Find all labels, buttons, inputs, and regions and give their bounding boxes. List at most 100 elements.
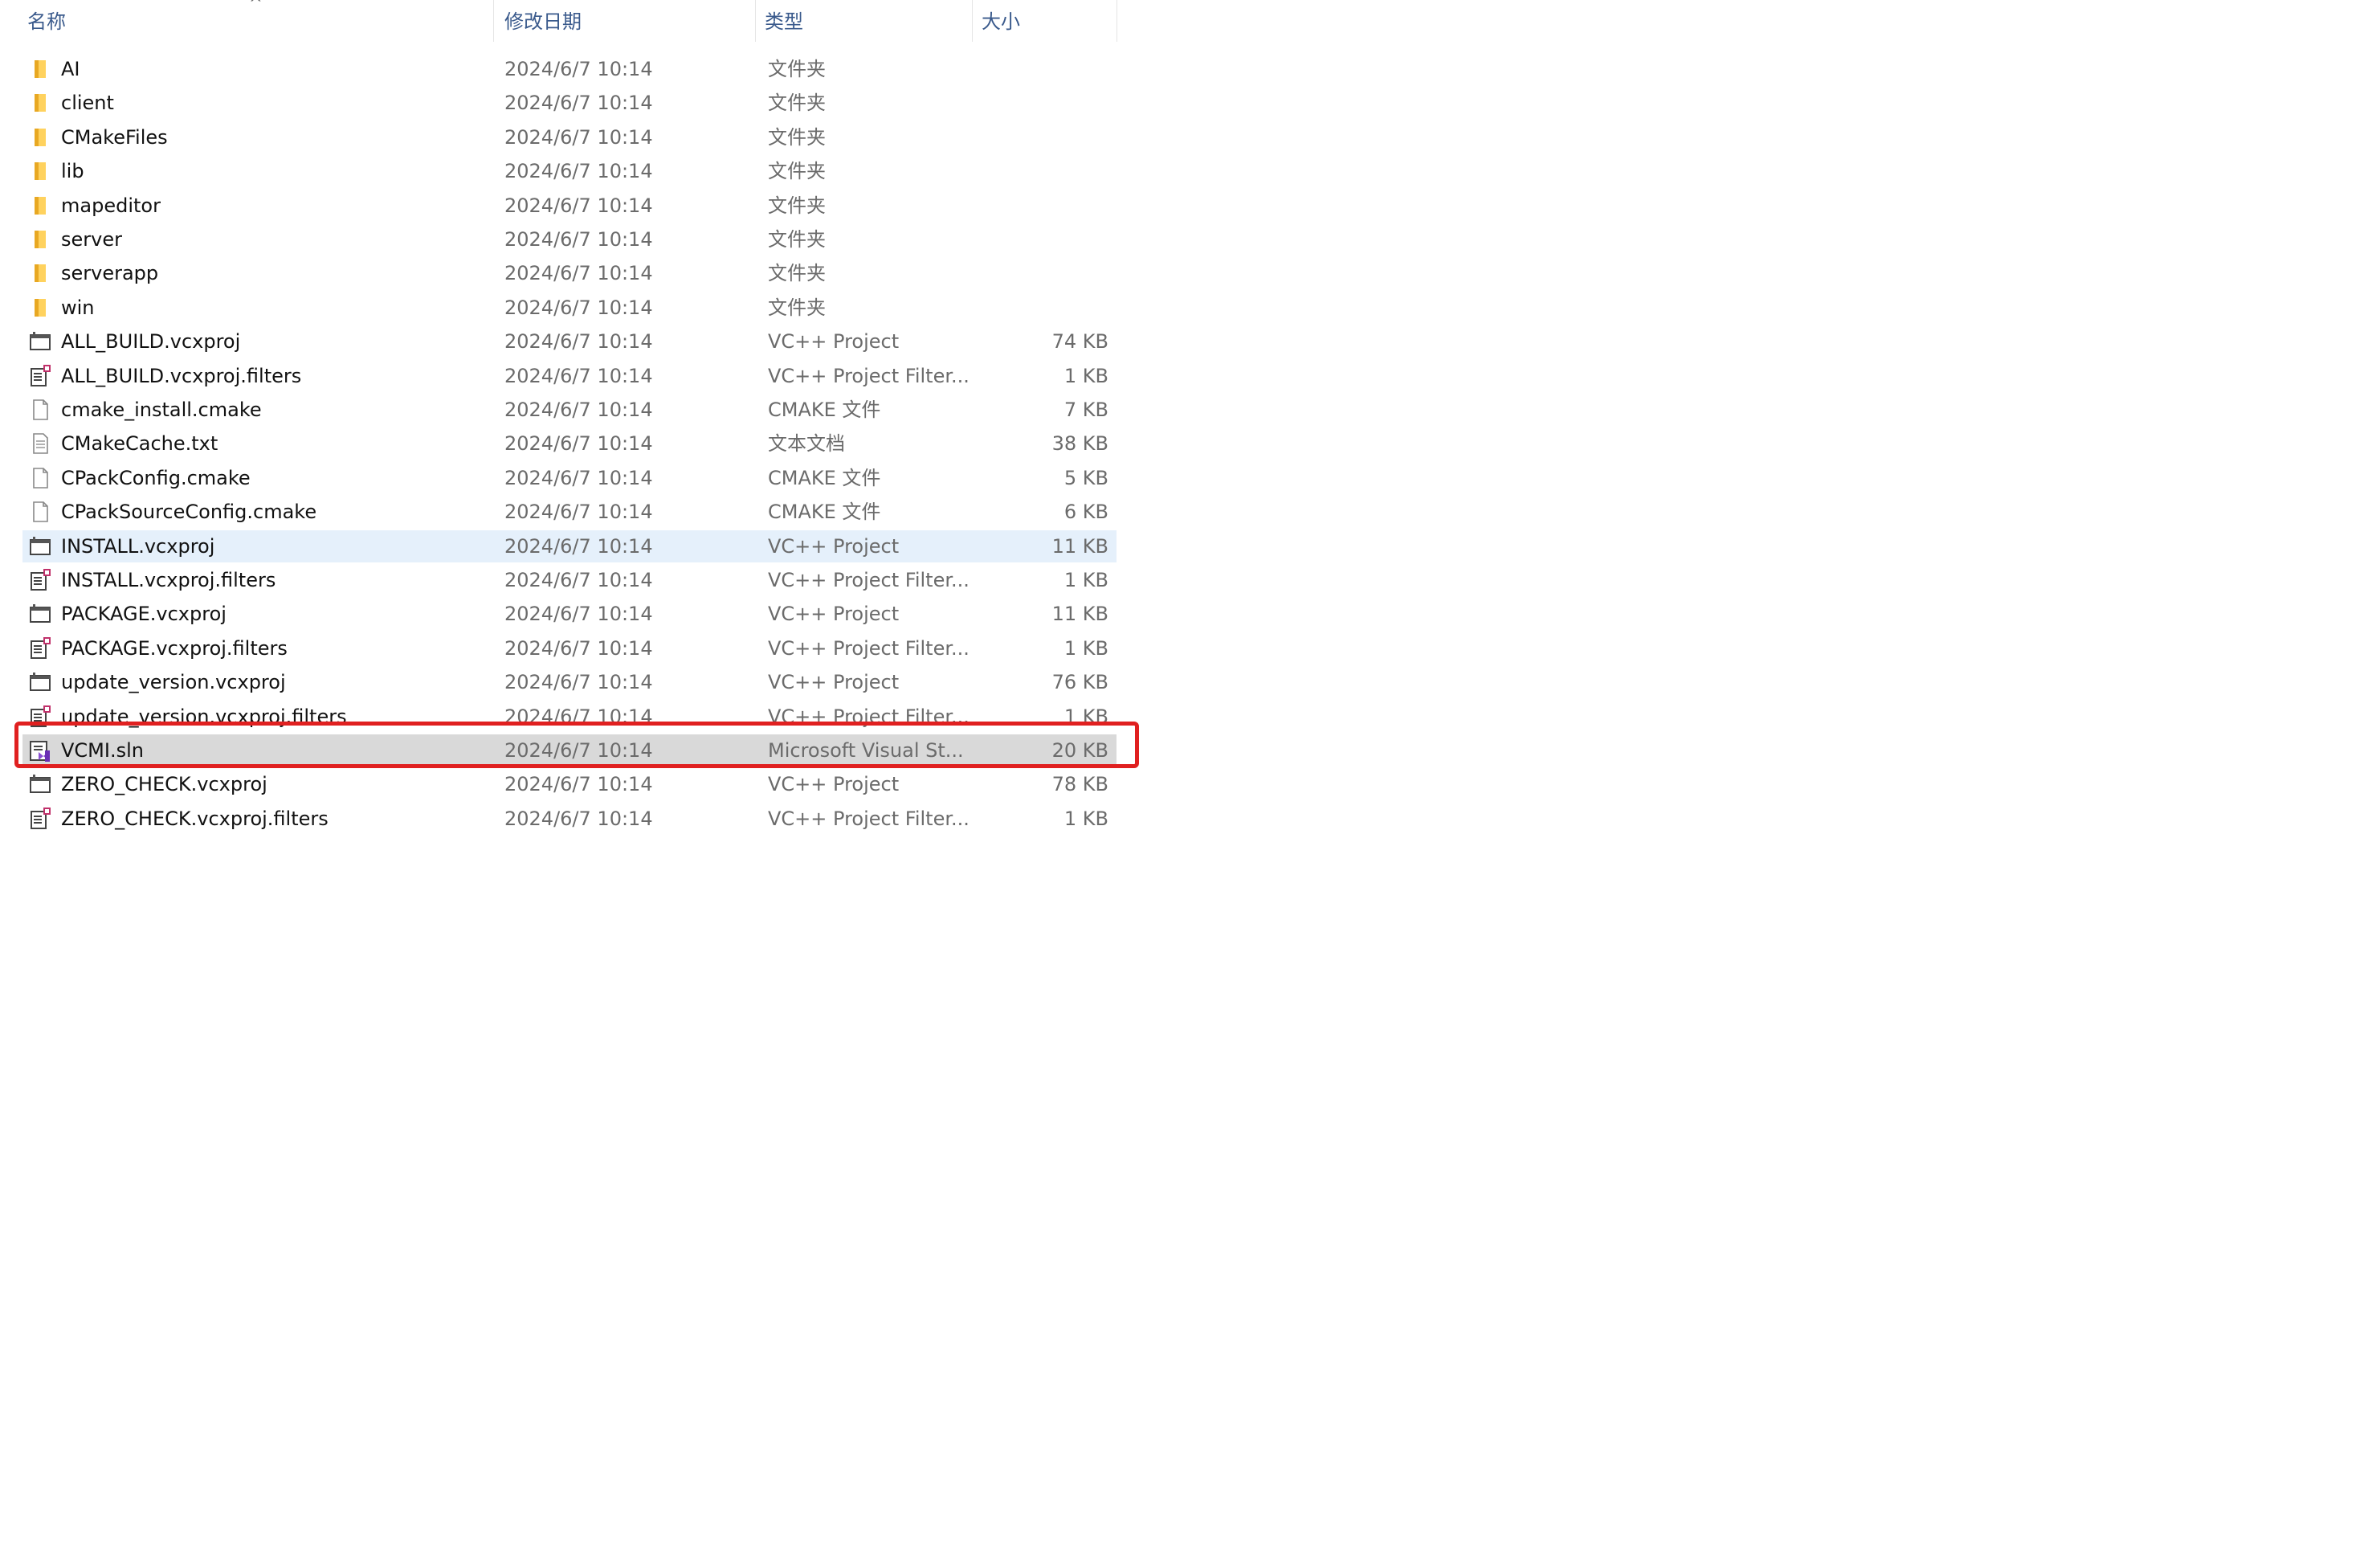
file-row[interactable]: ALL_BUILD.vcxproj.filters 2024/6/7 10:14 V… — [22, 360, 1117, 392]
file-size: 6 KB — [1063, 501, 1108, 524]
file-size — [980, 87, 1108, 119]
file-name: ALL_BUILD.vcxproj.filters — [61, 364, 302, 387]
file-size: 1 KB — [1063, 807, 1108, 830]
file-date: 2024/6/7 10:14 — [504, 262, 653, 285]
file-date: 2024/6/7 10:14 — [504, 807, 653, 830]
file-size: 1 KB — [1063, 569, 1108, 591]
file-type: VC++ Project Filter... — [768, 364, 970, 387]
file-row[interactable]: cmake_install.cmake 2024/6/7 10:14 CMAKE 文… — [22, 394, 1117, 426]
file-size — [980, 53, 1108, 85]
folder-icon — [29, 160, 51, 182]
file-icon — [29, 399, 51, 421]
file-row[interactable]: INSTALL.vcxproj 2024/6/7 10:14 VC++ Projec… — [22, 529, 1117, 562]
file-size — [980, 121, 1108, 153]
file-size: 5 KB — [1063, 466, 1108, 489]
file-size: 78 KB — [1051, 773, 1108, 796]
folder-icon — [29, 194, 51, 217]
folder-icon — [29, 296, 51, 319]
file-name: INSTALL.vcxproj.filters — [61, 569, 276, 591]
file-row[interactable]: CPackSourceConfig.cmake 2024/6/7 10:14 CMA… — [22, 496, 1117, 528]
file-size — [980, 155, 1108, 187]
file-date: 2024/6/7 10:14 — [504, 330, 653, 354]
file-type: 文件夹 — [768, 262, 826, 285]
file-row[interactable]: PACKAGE.vcxproj.filters 2024/6/7 10:14 VC+… — [22, 632, 1117, 664]
file-type: VC++ Project — [768, 330, 900, 354]
vcxproj-icon — [29, 671, 51, 693]
column-divider[interactable] — [972, 0, 973, 42]
file-row[interactable]: ZERO_CHECK.vcxproj.filters 2024/6/7 10:14… — [22, 803, 1117, 835]
sort-ascending-icon: ^ — [249, 0, 263, 13]
file-date: 2024/6/7 10:14 — [504, 364, 653, 387]
file-name: INSTALL.vcxproj — [61, 534, 215, 558]
file-date: 2024/6/7 10:14 — [504, 194, 653, 217]
file-date: 2024/6/7 10:14 — [504, 534, 653, 558]
file-name: CMakeCache.txt — [61, 432, 218, 456]
file-name: CPackConfig.cmake — [61, 466, 251, 489]
column-divider[interactable] — [755, 0, 756, 42]
file-size: 74 KB — [1051, 330, 1108, 354]
file-name: CPackSourceConfig.cmake — [61, 501, 317, 524]
file-name: PACKAGE.vcxproj — [61, 603, 227, 626]
file-row[interactable]: lib 2024/6/7 10:14 文件夹 — [22, 155, 1117, 187]
highlight-annotation — [14, 722, 1139, 768]
file-row[interactable]: CPackConfig.cmake 2024/6/7 10:14 CMAKE 文件 5… — [22, 462, 1117, 494]
file-name: server — [61, 228, 122, 251]
file-row[interactable]: PACKAGE.vcxproj 2024/6/7 10:14 VC++ Projec… — [22, 598, 1117, 630]
vcxproj-icon — [29, 330, 51, 353]
file-size — [980, 190, 1108, 222]
column-header-name-label: 名称 — [27, 10, 66, 33]
folder-icon — [29, 58, 51, 80]
file-type: CMAKE 文件 — [768, 399, 881, 421]
file-row[interactable]: CMakeFiles 2024/6/7 10:14 文件夹 — [22, 121, 1117, 153]
file-row[interactable]: update_version.vcxproj 2024/6/7 10:14 VC++… — [22, 666, 1117, 698]
file-row[interactable]: ALL_BUILD.vcxproj 2024/6/7 10:14 VC++ Proj… — [22, 325, 1117, 358]
file-name: win — [61, 296, 95, 319]
folder-icon — [29, 262, 51, 284]
file-name: CMakeFiles — [61, 125, 168, 149]
file-row[interactable]: ZERO_CHECK.vcxproj 2024/6/7 10:14 VC++ Pro… — [22, 768, 1117, 800]
file-type: VC++ Project Filter... — [768, 569, 970, 591]
file-name: ALL_BUILD.vcxproj — [61, 330, 241, 354]
file-name: client — [61, 92, 114, 115]
column-header-date[interactable]: 修改日期 — [504, 0, 745, 42]
file-name: lib — [61, 160, 84, 183]
column-divider[interactable] — [493, 0, 494, 42]
file-type: VC++ Project Filter... — [768, 636, 970, 660]
file-size: 7 KB — [1063, 399, 1108, 421]
file-type: 文件夹 — [768, 228, 826, 251]
file-date: 2024/6/7 10:14 — [504, 773, 653, 796]
file-date: 2024/6/7 10:14 — [504, 466, 653, 489]
file-size — [980, 223, 1108, 256]
column-header-date-label: 修改日期 — [504, 10, 582, 33]
file-name: ZERO_CHECK.vcxproj.filters — [61, 807, 329, 830]
file-row[interactable]: client 2024/6/7 10:14 文件夹 — [22, 87, 1117, 119]
filters-icon — [29, 636, 51, 660]
filters-icon — [29, 807, 51, 830]
file-name: ZERO_CHECK.vcxproj — [61, 773, 267, 796]
file-name: mapeditor — [61, 194, 161, 217]
file-row[interactable]: mapeditor 2024/6/7 10:14 文件夹 — [22, 190, 1117, 222]
file-row[interactable]: AI 2024/6/7 10:14 文件夹 — [22, 53, 1117, 85]
file-type: VC++ Project — [768, 671, 900, 694]
file-type: 文件夹 — [768, 125, 826, 149]
file-row[interactable]: server 2024/6/7 10:14 文件夹 — [22, 223, 1117, 256]
file-size: 76 KB — [1051, 671, 1108, 694]
file-row[interactable]: INSTALL.vcxproj.filters 2024/6/7 10:14 VC+… — [22, 564, 1117, 596]
file-name: serverapp — [61, 262, 159, 285]
file-date: 2024/6/7 10:14 — [504, 501, 653, 524]
file-date: 2024/6/7 10:14 — [504, 296, 653, 319]
file-row[interactable]: CMakeCache.txt 2024/6/7 10:14 文本文档 38 KB — [22, 427, 1117, 460]
file-date: 2024/6/7 10:14 — [504, 125, 653, 149]
column-header-type[interactable]: 类型 — [765, 0, 965, 42]
file-type: 文件夹 — [768, 92, 826, 115]
file-type: CMAKE 文件 — [768, 501, 881, 524]
column-header-size[interactable]: 大小 — [982, 0, 1118, 42]
column-header-type-label: 类型 — [765, 10, 803, 33]
folder-icon — [29, 92, 51, 114]
file-row[interactable]: win 2024/6/7 10:14 文件夹 — [22, 292, 1117, 324]
file-size: 1 KB — [1063, 364, 1108, 387]
folder-icon — [29, 228, 51, 251]
file-size: 11 KB — [1051, 534, 1108, 558]
file-size: 1 KB — [1063, 636, 1108, 660]
file-row[interactable]: serverapp 2024/6/7 10:14 文件夹 — [22, 257, 1117, 289]
